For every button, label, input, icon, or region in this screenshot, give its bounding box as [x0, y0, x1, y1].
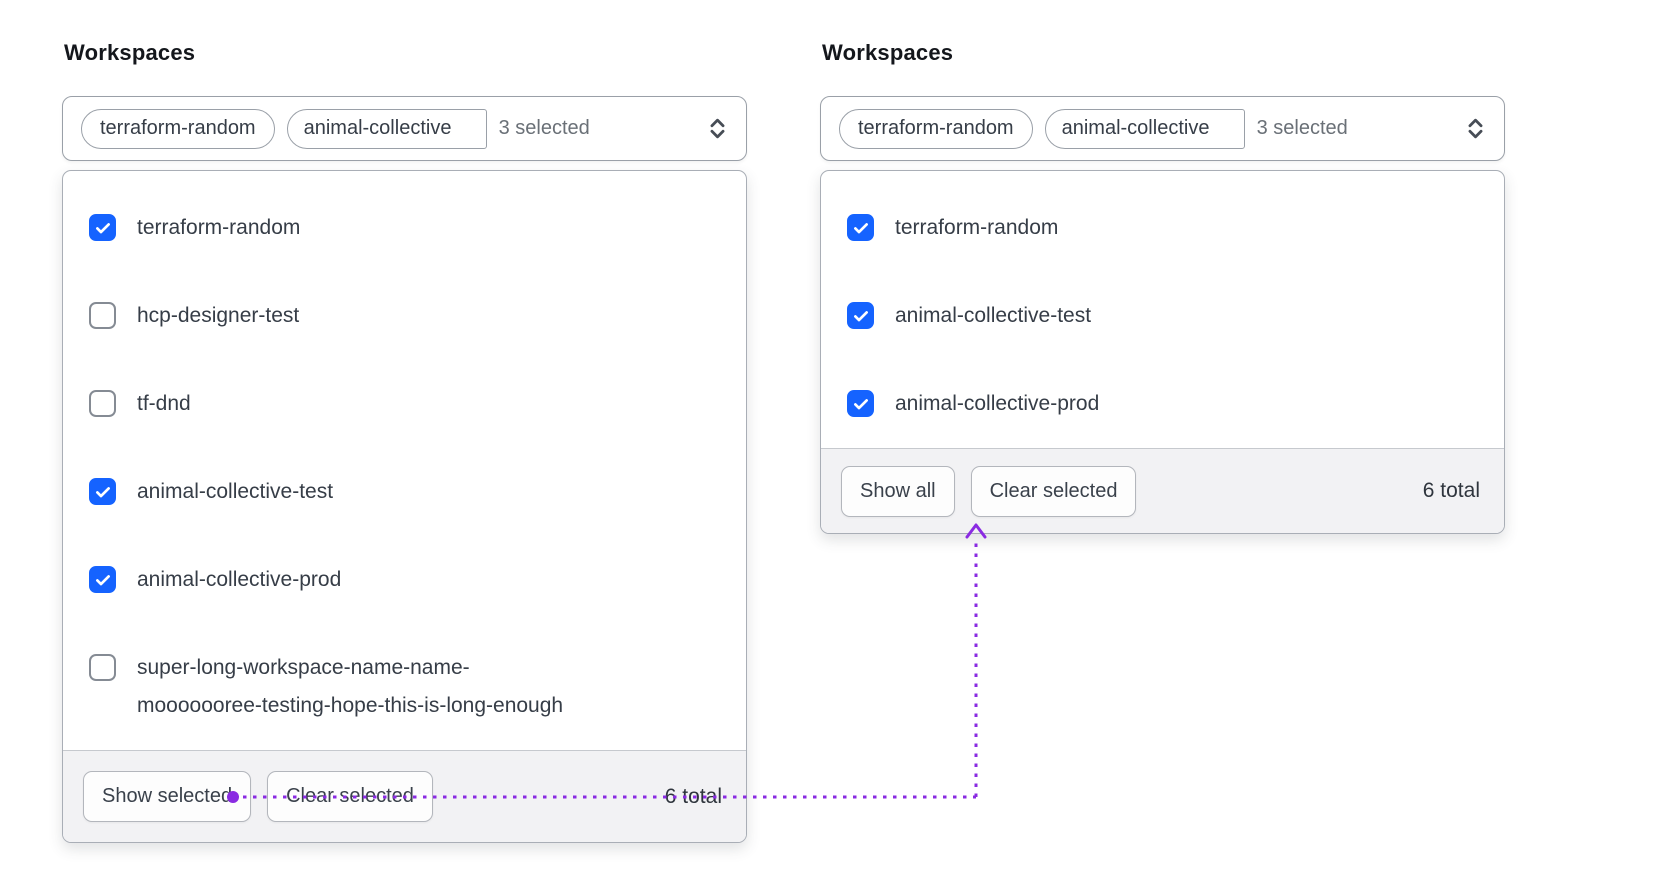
option-label: animal-collective-test — [895, 304, 1092, 327]
checkbox[interactable] — [89, 214, 116, 241]
show-all-button[interactable]: Show all — [841, 465, 955, 517]
field-label: Workspaces — [64, 40, 196, 65]
option-row[interactable]: animal-collective-test — [89, 448, 720, 536]
option-row[interactable]: animal-collective-test — [847, 272, 1478, 360]
multiselect-right: Workspaces terraform-random animal-colle… — [820, 40, 1505, 534]
option-label-line2: mooooooree-testing-hope-this-is-long-eno… — [137, 694, 564, 717]
checkbox[interactable] — [89, 390, 116, 417]
checkbox[interactable] — [847, 390, 874, 417]
option-row[interactable]: terraform-random — [847, 184, 1478, 272]
total-count: 6 total — [664, 784, 722, 808]
selected-pill-truncated: animal-collective — [1044, 108, 1245, 149]
dropdown-footer: Show all Clear selected 6 total — [821, 448, 1504, 533]
option-label: super-long-workspace-name-name- moooooor… — [137, 649, 563, 725]
chevrons-up-down-icon — [1464, 116, 1487, 141]
option-row[interactable]: tf-dnd — [89, 360, 720, 448]
show-selected-button[interactable]: Show selected — [83, 771, 252, 822]
selected-pill: terraform-random — [839, 108, 1033, 149]
field-label: Workspaces — [822, 40, 954, 65]
clear-selected-button[interactable]: Clear selected — [970, 465, 1137, 517]
dropdown-panel: terraform-random animal-collective-test … — [820, 170, 1505, 534]
page: Workspaces terraform-random animal-colle… — [0, 0, 1672, 892]
option-label: animal-collective-test — [137, 480, 334, 503]
dropdown-footer: Show selected Clear selected 6 total — [63, 750, 746, 842]
option-label: animal-collective-prod — [137, 568, 342, 591]
checkbox[interactable] — [89, 302, 116, 329]
multiselect-trigger[interactable]: terraform-random animal-collective 3 sel… — [820, 96, 1505, 161]
total-count: 6 total — [1422, 479, 1480, 502]
option-label: terraform-random — [895, 216, 1059, 239]
options-list: terraform-random animal-collective-test … — [821, 171, 1504, 448]
option-label: tf-dnd — [137, 392, 191, 415]
option-row[interactable]: hcp-designer-test — [89, 272, 720, 360]
multiselect-trigger[interactable]: terraform-random animal-collective 3 sel… — [62, 96, 747, 161]
selected-count: 3 selected — [498, 117, 590, 139]
dropdown-panel: terraform-random hcp-designer-test tf-dn… — [62, 170, 747, 843]
checkbox[interactable] — [847, 214, 874, 241]
checkbox[interactable] — [89, 478, 116, 505]
option-label: hcp-designer-test — [137, 304, 300, 327]
options-list: terraform-random hcp-designer-test tf-dn… — [63, 171, 746, 750]
option-label-line1: super-long-workspace-name-name- — [137, 656, 470, 679]
selected-count: 3 selected — [1256, 117, 1348, 139]
option-row[interactable]: terraform-random — [89, 184, 720, 272]
option-row[interactable]: animal-collective-prod — [89, 536, 720, 624]
clear-selected-button[interactable]: Clear selected — [267, 771, 433, 822]
option-row[interactable]: super-long-workspace-name-name- moooooor… — [89, 624, 720, 750]
multiselect-left: Workspaces terraform-random animal-colle… — [62, 40, 747, 843]
selected-pill: terraform-random — [81, 108, 275, 149]
option-row[interactable]: animal-collective-prod — [847, 360, 1478, 448]
checkbox[interactable] — [89, 654, 116, 681]
option-label: terraform-random — [137, 216, 301, 239]
checkbox[interactable] — [847, 302, 874, 329]
chevrons-up-down-icon — [706, 116, 729, 141]
checkbox[interactable] — [89, 566, 116, 593]
selected-pill-truncated: animal-collective — [286, 108, 487, 149]
option-label: animal-collective-prod — [895, 392, 1100, 415]
